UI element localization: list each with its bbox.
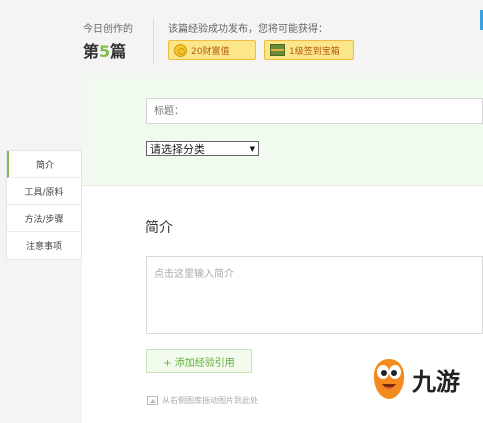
nav-item-notes[interactable]: 注意事项 <box>7 232 81 259</box>
count-number: 5 <box>99 42 111 61</box>
title-section <box>82 73 483 186</box>
today-label: 今日创作的 <box>83 24 133 35</box>
intro-heading: 简介 <box>145 220 173 236</box>
dropdown-arrow-icon: ▼ <box>249 144 255 153</box>
drag-hint-text: 从右侧图库拖动图片到此处 <box>162 396 258 405</box>
drag-image-hint: 从右侧图库拖动图片到此处 <box>147 395 258 406</box>
section-nav: 简介 工具/原料 方法/步骤 注意事项 <box>6 150 82 260</box>
nav-item-steps[interactable]: 方法/步骤 <box>7 205 81 232</box>
count-prefix: 第 <box>83 42 100 61</box>
watermark-text: 九游 <box>412 367 460 396</box>
category-select-value: 请选择分类 <box>150 142 205 156</box>
title-input[interactable] <box>146 98 483 124</box>
reward-badge-label: 1级签到宝箱 <box>289 46 340 57</box>
reward-badge-chest: 1级签到宝箱 <box>264 40 354 60</box>
category-select[interactable]: 请选择分类 ▼ <box>146 141 259 156</box>
image-icon <box>147 396 158 405</box>
reward-label: 该篇经验成功发布，您将可能获得： <box>168 24 328 35</box>
add-reference-button[interactable]: + 添加经验引用 <box>146 349 252 373</box>
header-divider <box>153 18 154 64</box>
mascot-icon <box>373 359 405 399</box>
treasure-chest-icon <box>270 44 285 56</box>
jiuyou-watermark-logo: 九游 <box>370 357 460 401</box>
coin-icon <box>174 43 187 57</box>
reward-badge-label: 20财富值 <box>191 46 230 57</box>
article-count: 第5篇 <box>83 38 126 62</box>
reward-badge-wealth: 20财富值 <box>168 40 256 60</box>
count-suffix: 篇 <box>110 42 127 61</box>
intro-textarea[interactable]: 点击这里输入简介 <box>146 256 483 334</box>
nav-item-intro[interactable]: 简介 <box>7 151 81 178</box>
header: 今日创作的 第5篇 该篇经验成功发布，您将可能获得： 20财富值 1级签到宝箱 <box>0 0 483 80</box>
nav-item-tools[interactable]: 工具/原料 <box>7 178 81 205</box>
